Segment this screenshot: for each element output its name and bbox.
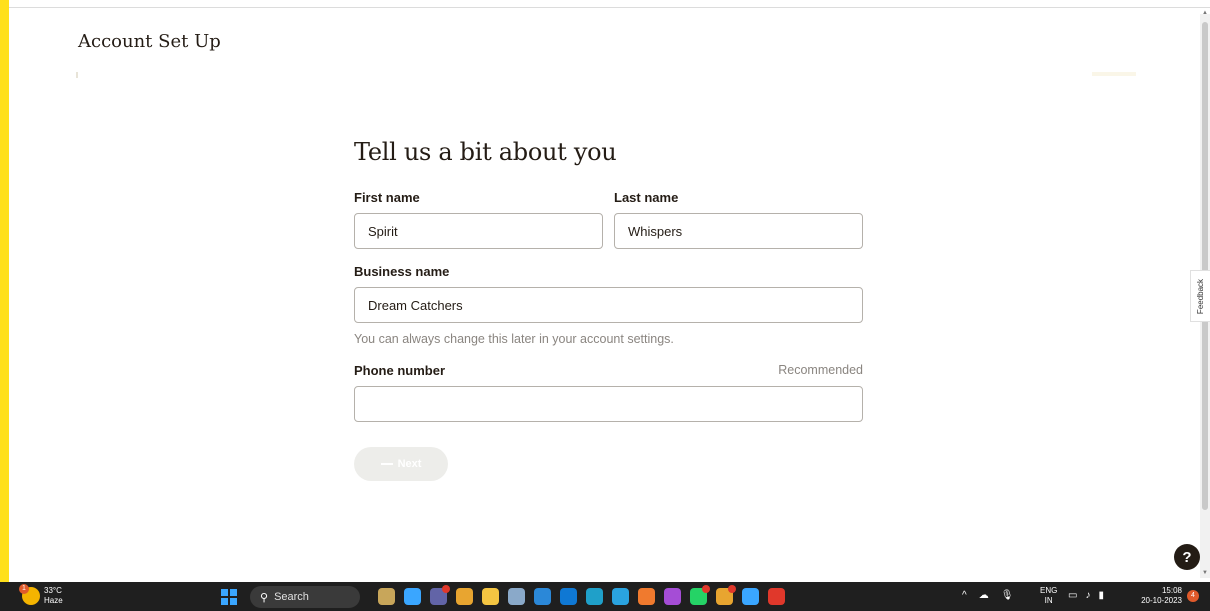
scroll-down-arrow-icon[interactable]: ▼ — [1202, 570, 1208, 576]
progress-indicator-end — [1092, 72, 1136, 76]
microphone-icon[interactable]: 🎙 — [1001, 590, 1014, 601]
chrome-profile-2-icon[interactable] — [742, 588, 759, 605]
notification-dot — [442, 585, 450, 593]
system-tray: ^ ☁ 🎙 — [962, 590, 1013, 601]
region-code: IN — [1044, 596, 1053, 605]
phone-label: Phone number — [354, 363, 446, 378]
whatsapp-icon[interactable] — [690, 585, 710, 605]
weather-sun-icon: 1 — [19, 584, 40, 605]
app-purple-icon[interactable] — [664, 588, 681, 605]
next-button[interactable]: Next — [354, 447, 448, 481]
taskbar-clock[interactable]: 15:08 20-10-2023 — [1132, 586, 1182, 606]
weather-temperature: 33°C — [44, 586, 62, 595]
notification-badge[interactable]: 4 — [1187, 590, 1199, 602]
page-title: Account Set Up — [78, 31, 221, 52]
next-button-label: Next — [397, 458, 422, 470]
language-indicator[interactable]: ENG IN — [1040, 586, 1057, 606]
last-name-label: Last name — [614, 190, 679, 205]
network-icon: ▭ — [1068, 590, 1078, 601]
about-you-form: Tell us a bit about you — [354, 138, 864, 166]
chrome-profile-icon[interactable] — [716, 585, 736, 605]
help-button[interactable]: ? — [1174, 544, 1200, 570]
last-name-input[interactable] — [614, 213, 863, 249]
search-label: Search — [274, 591, 309, 603]
window-top-border — [0, 0, 1210, 8]
taskbar-app-icons — [378, 585, 785, 605]
search-icon: ⚲ — [260, 591, 269, 604]
chat-app-icon[interactable] — [378, 588, 395, 605]
taskbar-search[interactable]: ⚲ Search — [250, 586, 360, 608]
mail-icon[interactable] — [560, 588, 577, 605]
teams-icon[interactable] — [430, 585, 450, 605]
system-status-icons[interactable]: ▭ ♪ ▮ — [1068, 590, 1104, 601]
first-name-input[interactable] — [354, 213, 603, 249]
telegram-icon[interactable] — [612, 588, 629, 605]
first-name-label: First name — [354, 190, 420, 205]
store-icon[interactable] — [534, 588, 551, 605]
scrollbar-thumb[interactable] — [1202, 22, 1208, 510]
settings-icon[interactable] — [508, 588, 525, 605]
cloud-icon[interactable]: ☁ — [979, 590, 989, 601]
language-code: ENG — [1040, 586, 1058, 595]
widgets-icon[interactable] — [404, 588, 421, 605]
feedback-label: Feedback — [1196, 278, 1206, 314]
clock-time: 15:08 — [1161, 586, 1182, 595]
brand-accent-strip — [0, 0, 9, 582]
video-app-icon[interactable] — [768, 588, 785, 605]
phone-input[interactable] — [354, 386, 863, 422]
clock-date: 20-10-2023 — [1141, 596, 1182, 605]
business-name-helper: You can always change this later in your… — [354, 332, 674, 346]
edge-icon[interactable] — [586, 588, 603, 605]
chevron-up-icon[interactable]: ^ — [962, 590, 967, 601]
notification-dot — [702, 585, 710, 593]
business-name-label: Business name — [354, 264, 450, 279]
file-explorer-icon[interactable] — [482, 588, 499, 605]
windows-start-icon[interactable] — [221, 589, 237, 605]
chrome-icon[interactable] — [456, 588, 473, 605]
feedback-tab[interactable]: Feedback — [1190, 270, 1210, 322]
form-heading: Tell us a bit about you — [354, 138, 617, 166]
weather-alert-badge: 1 — [19, 584, 29, 594]
volume-icon: ♪ — [1085, 590, 1091, 601]
arrow-right-icon — [380, 463, 393, 465]
battery-icon: ▮ — [1098, 590, 1104, 601]
weather-description: Haze — [44, 596, 63, 605]
business-name-input[interactable] — [354, 287, 863, 323]
windows-taskbar: 1 33°C Haze ⚲ Search ^ ☁ 🎙 ENG IN ▭ ♪ ▮ … — [0, 582, 1210, 611]
phone-recommended-hint: Recommended — [778, 363, 863, 377]
progress-indicator — [76, 72, 78, 78]
firefox-icon[interactable] — [638, 588, 655, 605]
notification-dot — [728, 585, 736, 593]
weather-widget[interactable]: 1 33°C Haze — [19, 584, 63, 606]
